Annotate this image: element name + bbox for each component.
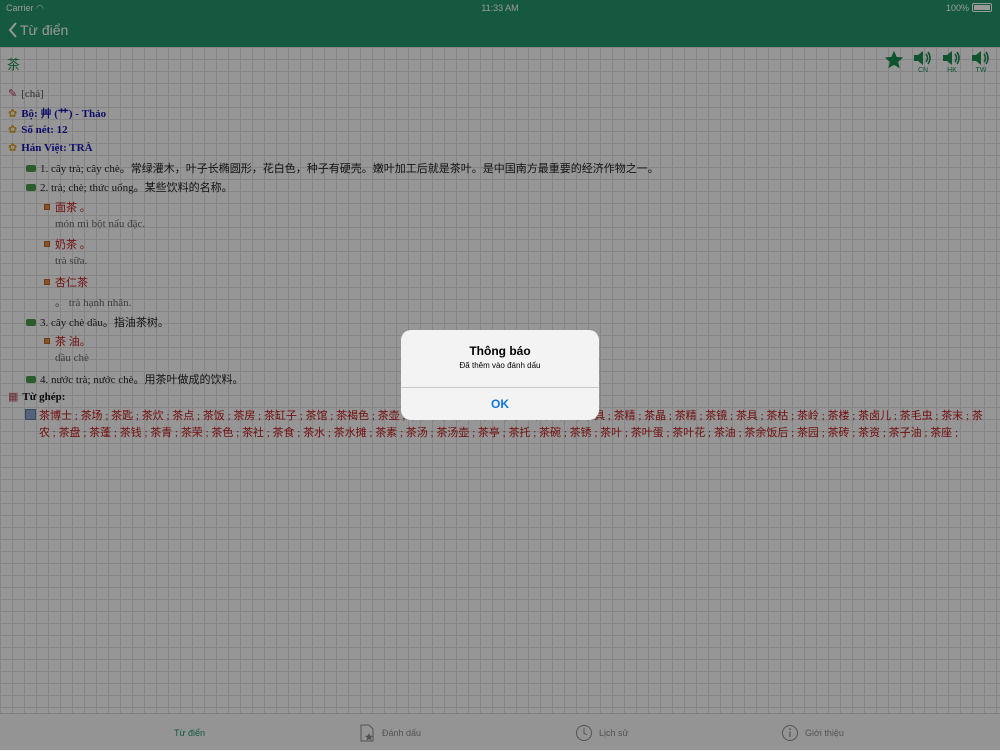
alert-ok-button[interactable]: OK (401, 387, 599, 420)
alert-title: Thông báo (469, 344, 531, 358)
alert-message: Đã thêm vào đánh dấu (459, 361, 541, 370)
alert-dialog: Thông báo Đã thêm vào đánh dấu OK (401, 330, 599, 420)
